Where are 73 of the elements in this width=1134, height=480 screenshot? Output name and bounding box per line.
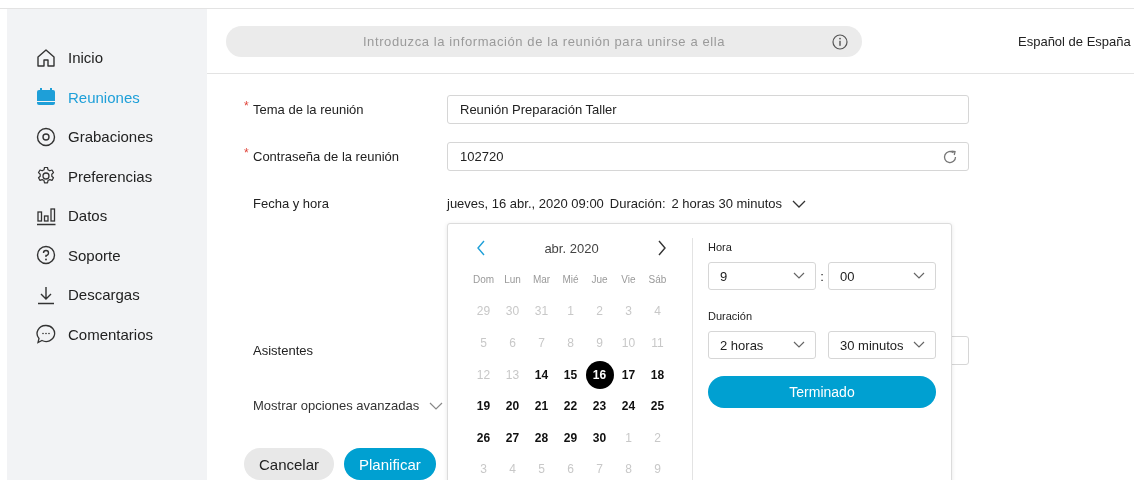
chevron-icon[interactable]: [792, 198, 807, 209]
input-field[interactable]: Reunión Preparación Taller: [447, 95, 969, 124]
date-time-value: jueves, 16 abr., 2020 09:00: [447, 196, 604, 211]
weekday-label: Vie: [621, 274, 636, 286]
chevron-icon: [793, 272, 805, 280]
field-value: Reunión Preparación Taller: [460, 102, 617, 117]
duration-value: 2 horas 30 minutos: [671, 196, 783, 211]
info-icon[interactable]: [832, 33, 848, 50]
calendar-day[interactable]: 20: [498, 392, 527, 421]
weekday-label: Jue: [591, 274, 608, 286]
duration-label: Duración:: [609, 196, 666, 211]
weekday-label: Sáb: [648, 274, 667, 286]
sidebar-item[interactable]: Comentarios: [7, 314, 207, 354]
time-label: Hora: [708, 241, 733, 253]
sidebar-item[interactable]: Soporte: [7, 235, 207, 275]
calendar-day[interactable]: 25: [643, 392, 672, 421]
speech-bubble-icon: [36, 324, 56, 345]
cancel-button[interactable]: Cancelar: [244, 448, 335, 480]
hours-dropdown[interactable]: 2 horas: [708, 331, 816, 359]
minutes-dropdown[interactable]: 30 minutos: [828, 331, 936, 359]
previous-month-icon[interactable]: [475, 240, 487, 256]
field-label: Tema de la reunión: [253, 102, 364, 117]
field-label: Contraseña de la reunión: [253, 149, 399, 164]
download-icon: [36, 284, 56, 305]
calendar-day[interactable]: 24: [614, 392, 643, 421]
weekday-label: Mar: [532, 274, 551, 286]
calendar-day[interactable]: 30: [585, 423, 614, 452]
required-mark: *: [244, 146, 249, 160]
weekday-label: Mié: [562, 274, 579, 286]
advanced-options-link[interactable]: Mostrar opciones avanzadas: [253, 398, 420, 413]
time-separator: :: [819, 268, 825, 284]
home-icon: [36, 47, 56, 68]
duration-label: Duración: [708, 310, 754, 322]
calendar-day[interactable]: 29: [556, 423, 585, 452]
settings-icon: [36, 166, 56, 187]
calendar-icon: [36, 87, 56, 108]
sidebar-item[interactable]: Datos: [7, 196, 207, 236]
month-title: abr. 2020: [544, 240, 599, 256]
weekday-label: Dom: [472, 274, 495, 286]
calendar-day[interactable]: 15: [556, 360, 585, 389]
disc-icon: [36, 126, 56, 147]
chevron-icon: [913, 272, 925, 280]
calendar-day[interactable]: 28: [527, 423, 556, 452]
search-field[interactable]: Introduzca la información de la reunión para unirse a ella: [226, 25, 862, 57]
next-month-icon[interactable]: [656, 240, 668, 256]
required-mark: *: [244, 99, 249, 113]
refresh-icon[interactable]: [942, 148, 958, 165]
bar-chart-icon: [36, 205, 56, 226]
input-field[interactable]: 102720: [447, 142, 969, 171]
sidebar-item[interactable]: Descargas: [7, 275, 207, 315]
calendar-day[interactable]: 22: [556, 392, 585, 421]
calendar-day[interactable]: 18: [643, 360, 672, 389]
sidebar-item[interactable]: Inicio: [7, 38, 207, 78]
calendar-day[interactable]: 17: [614, 360, 643, 389]
field-label: Fecha y hora: [253, 196, 329, 211]
help-icon: [36, 245, 56, 266]
weekday-label: Lun: [504, 274, 521, 286]
minute-dropdown[interactable]: 00: [828, 262, 936, 290]
hour-dropdown[interactable]: 9: [708, 262, 816, 290]
chevron-icon: [793, 341, 805, 349]
field-label: Asistentes: [253, 343, 313, 358]
calendar-day[interactable]: 14: [527, 360, 556, 389]
calendar-day[interactable]: 16: [585, 360, 614, 389]
chevron-icon: [913, 341, 925, 349]
field-value: 102720: [460, 149, 504, 164]
calendar-day[interactable]: 19: [469, 392, 498, 421]
calendar-day[interactable]: 27: [498, 423, 527, 452]
calendar-day[interactable]: 23: [585, 392, 614, 421]
sidebar-item[interactable]: Grabaciones: [7, 117, 207, 157]
calendar-day[interactable]: 21: [527, 392, 556, 421]
sidebar-item[interactable]: Preferencias: [7, 156, 207, 196]
calendar-day[interactable]: 26: [469, 423, 498, 452]
language-selector[interactable]: Español de España: [1018, 33, 1131, 49]
